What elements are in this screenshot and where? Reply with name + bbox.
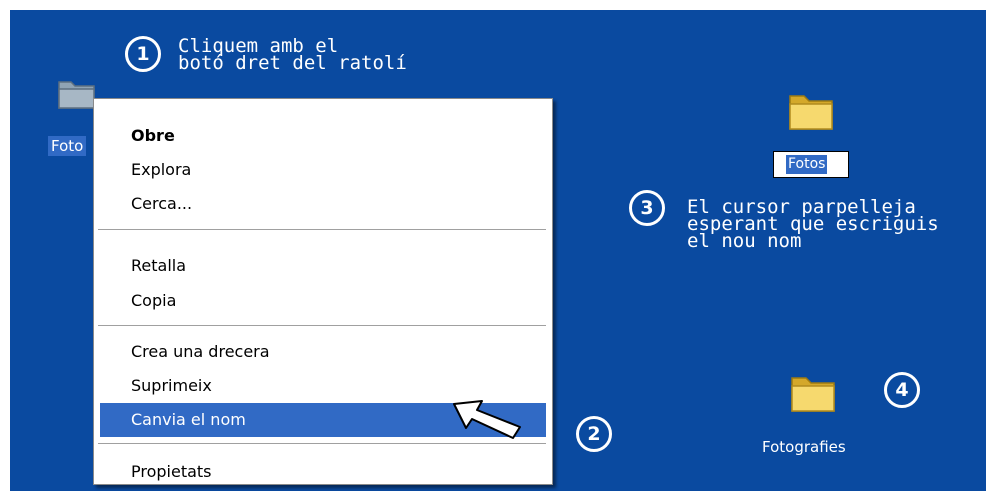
menu-item-copy[interactable]: Copia [100, 284, 546, 318]
rename-text: Fotos [786, 155, 828, 174]
rename-input[interactable]: Fotos [773, 151, 849, 178]
folder-icon[interactable] [788, 368, 838, 418]
step-4-badge: 4 [884, 372, 920, 408]
menu-item-open[interactable]: Obre [100, 119, 546, 153]
step-3-note: El cursor parpelleja esperant que escrig… [687, 196, 939, 252]
folder-icon[interactable] [786, 86, 836, 136]
folder-label-fotografies[interactable]: Fotografies [762, 438, 846, 456]
step-2-badge: 2 [576, 416, 612, 452]
menu-item-search[interactable]: Cerca... [100, 187, 546, 221]
menu-item-cut[interactable]: Retalla [100, 249, 546, 283]
step-1-badge: 1 [125, 36, 161, 72]
menu-item-explore[interactable]: Explora [100, 153, 546, 187]
context-menu: Obre Explora Cerca... Retalla Copia Crea… [93, 98, 553, 485]
menu-separator [98, 229, 546, 230]
menu-item-delete[interactable]: Suprimeix [100, 369, 546, 403]
desktop: 1 Cliquem amb el botó dret del ratolí Fo… [10, 10, 986, 491]
menu-item-create-shortcut[interactable]: Crea una drecera [100, 335, 546, 369]
menu-item-properties[interactable]: Propietats [100, 455, 546, 489]
folder-label[interactable]: Foto [48, 136, 87, 156]
folder-icon[interactable] [56, 72, 98, 114]
mouse-pointer-icon [452, 399, 524, 445]
menu-separator [98, 325, 546, 326]
step-1-note: Cliquem amb el botó dret del ratolí [178, 35, 407, 74]
step-3-badge: 3 [629, 190, 665, 226]
